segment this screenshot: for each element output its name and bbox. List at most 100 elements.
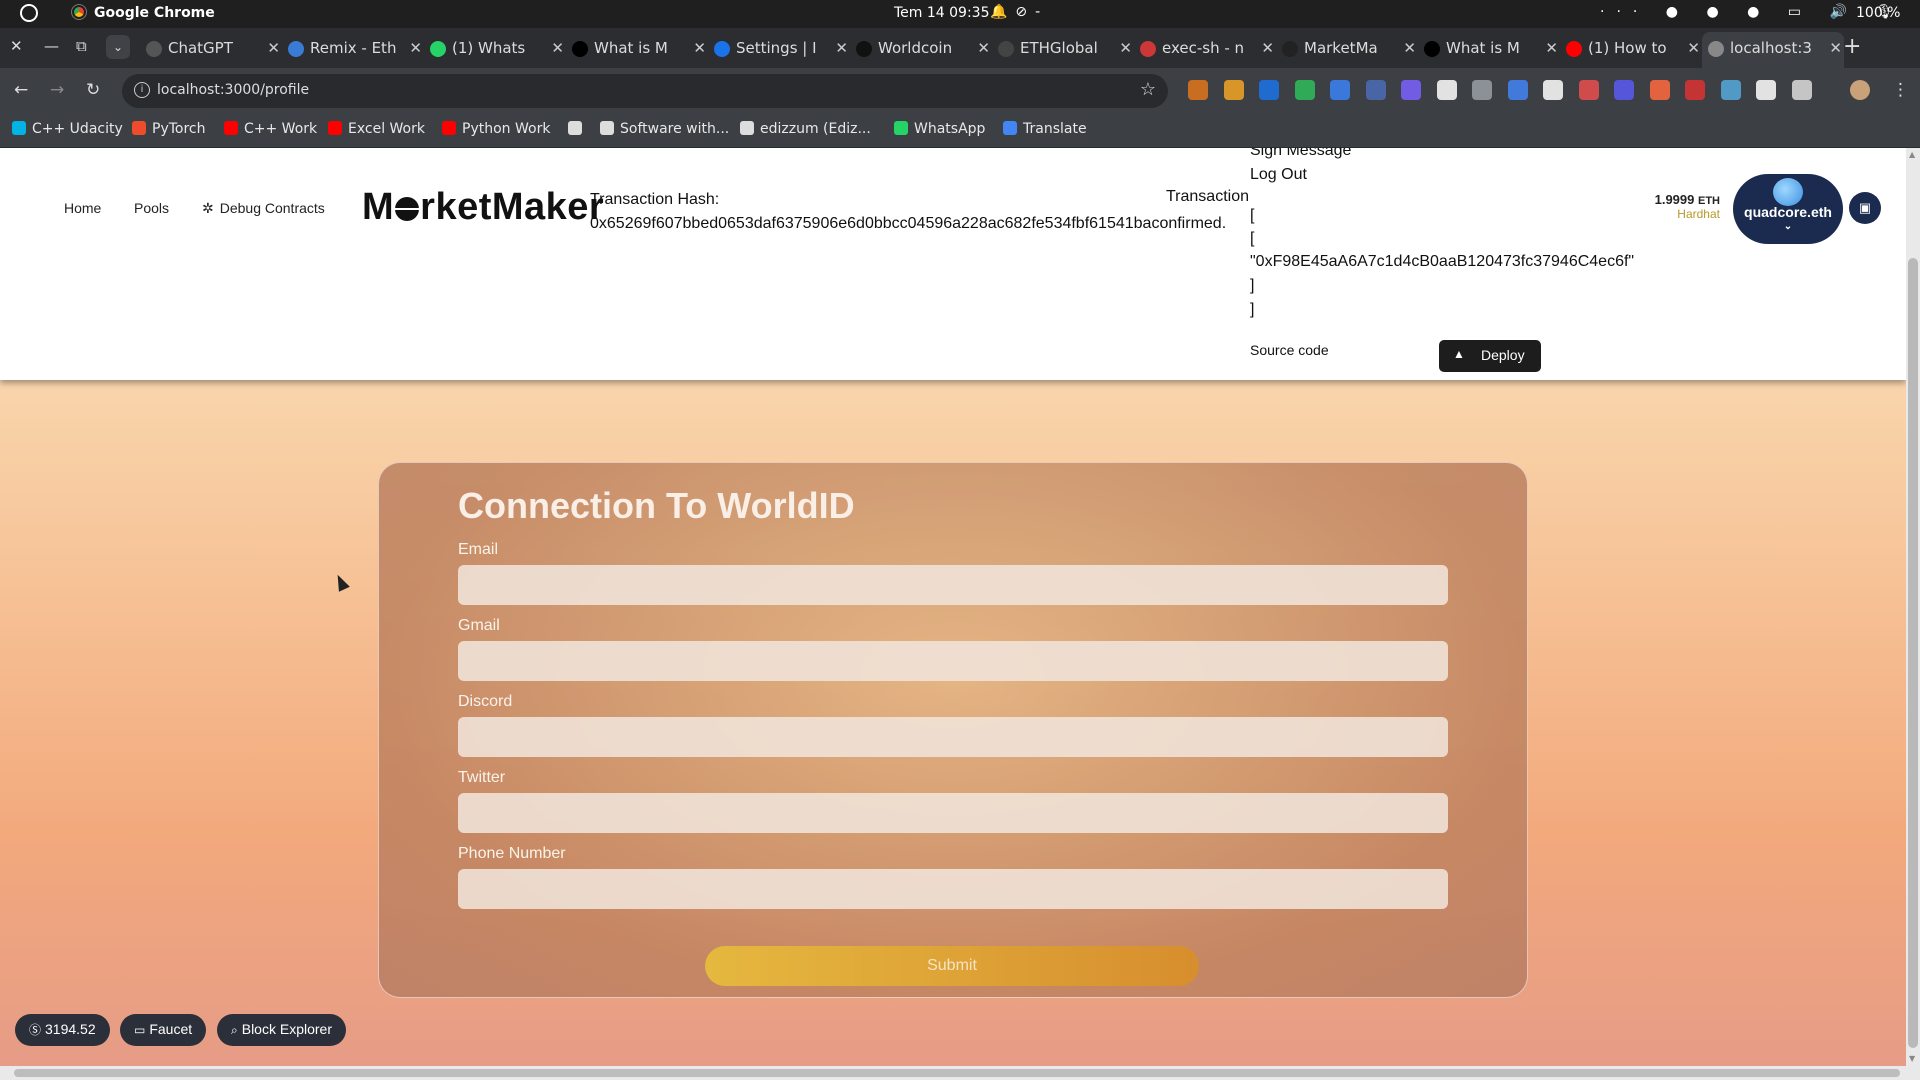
close-tab-icon[interactable]: ✕ xyxy=(831,39,848,57)
close-tab-icon[interactable]: ✕ xyxy=(973,39,990,57)
tab[interactable]: ETHGlobal ✕ xyxy=(992,32,1134,64)
chrome-menu-icon[interactable]: ⋮ xyxy=(1892,80,1909,100)
close-tab-icon[interactable]: ✕ xyxy=(1115,39,1132,57)
close-tab-icon[interactable]: ✕ xyxy=(547,39,564,57)
nav-debug-contracts[interactable]: ✲ Debug Contracts xyxy=(202,200,325,217)
tab[interactable]: What is M ✕ xyxy=(566,32,708,64)
bookmark-item[interactable]: PyTorch xyxy=(132,121,205,137)
extension-icon[interactable] xyxy=(1685,80,1705,100)
back-arrow-icon[interactable]: ← xyxy=(14,80,28,100)
close-window-icon[interactable]: ✕ xyxy=(10,37,23,55)
discord-field[interactable] xyxy=(458,717,1448,757)
bookmark-item[interactable]: Software with... xyxy=(600,121,729,137)
forward-arrow-icon[interactable]: → xyxy=(50,80,64,100)
app-header: Home Pools ✲ Debug Contracts MrketMaker T… xyxy=(0,148,1906,380)
new-tab-plus-icon[interactable]: + xyxy=(1843,34,1861,59)
github-icon xyxy=(1282,41,1298,57)
tab[interactable]: MarketMa ✕ xyxy=(1276,32,1418,64)
bookmark-item[interactable]: Translate xyxy=(1003,121,1087,137)
bookmark-item[interactable] xyxy=(568,121,588,137)
vertical-scroll-thumb[interactable] xyxy=(1908,258,1918,1048)
extension-icon[interactable] xyxy=(1294,80,1315,100)
submit-button[interactable]: Submit xyxy=(705,946,1199,986)
bookmark-item[interactable]: C++ Work xyxy=(224,121,317,137)
extension-icon[interactable] xyxy=(1223,80,1244,100)
horizontal-scrollbar[interactable] xyxy=(0,1066,1920,1080)
nav-pools[interactable]: Pools xyxy=(134,200,169,216)
url-text[interactable]: localhost:3000/profile xyxy=(157,82,309,98)
balance-unit: ETH xyxy=(1698,195,1720,207)
extension-icon[interactable] xyxy=(1578,80,1599,100)
bookmark-item[interactable]: WhatsApp xyxy=(894,121,985,137)
close-tab-icon[interactable]: ✕ xyxy=(263,39,280,57)
notification-icons[interactable]: 🔔⊘- xyxy=(990,4,1048,20)
minimize-window-icon[interactable]: — xyxy=(44,37,59,55)
restore-window-icon[interactable]: ⧉ xyxy=(76,37,87,55)
nav-home[interactable]: Home xyxy=(64,200,101,216)
tab-search-chevron-icon[interactable]: ⌄ xyxy=(106,35,130,59)
extension-icon[interactable] xyxy=(1188,80,1208,100)
extension-icon[interactable] xyxy=(1543,80,1563,100)
tab[interactable]: (1) Whats ✕ xyxy=(424,32,566,64)
tab[interactable]: exec-sh - n ✕ xyxy=(1134,32,1276,64)
extension-icon[interactable] xyxy=(1791,80,1812,100)
horizontal-scroll-thumb[interactable] xyxy=(14,1069,1900,1077)
extension-icon[interactable] xyxy=(1401,80,1421,100)
twitter-field[interactable] xyxy=(458,793,1448,833)
site-info-icon[interactable]: i xyxy=(134,82,150,98)
email-field[interactable] xyxy=(458,565,1448,605)
close-tab-icon[interactable]: ✕ xyxy=(1541,39,1558,57)
price-chip[interactable]: Ⓢ 3194.52 xyxy=(15,1014,110,1046)
scroll-down-arrow-icon[interactable]: ▼ xyxy=(1909,1054,1915,1063)
extension-icon[interactable] xyxy=(1756,80,1776,100)
extension-icon[interactable] xyxy=(1614,80,1634,100)
tab[interactable]: ChatGPT ✕ xyxy=(140,32,282,64)
phone-field[interactable] xyxy=(458,869,1448,909)
close-tab-icon[interactable]: ✕ xyxy=(405,39,422,57)
faucet-button[interactable]: ▭ Faucet xyxy=(120,1014,207,1046)
battery-level[interactable]: 100 % xyxy=(1856,5,1900,21)
tab[interactable]: What is M ✕ xyxy=(1418,32,1560,64)
profile-avatar-icon[interactable] xyxy=(1850,80,1870,100)
extension-icon[interactable] xyxy=(1649,80,1670,100)
scroll-up-arrow-icon[interactable]: ▲ xyxy=(1909,150,1915,159)
bookmark-label: C++ Work xyxy=(244,121,318,137)
extension-icon[interactable] xyxy=(1507,80,1528,100)
tab[interactable]: Settings | I ✕ xyxy=(708,32,850,64)
os-logo-icon[interactable] xyxy=(20,4,38,22)
tab[interactable]: localhost:3 ✕ xyxy=(1702,32,1844,68)
close-tab-icon[interactable]: ✕ xyxy=(689,39,706,57)
deploy-button[interactable]: ▲ Deploy xyxy=(1439,340,1541,372)
source-code-link[interactable]: Source code xyxy=(1250,342,1329,358)
extension-icon[interactable] xyxy=(1436,80,1457,100)
extension-icon[interactable] xyxy=(1259,80,1279,100)
extension-icon[interactable] xyxy=(1472,80,1492,100)
bookmark-star-icon[interactable]: ☆ xyxy=(1140,79,1156,100)
omnibox[interactable]: i localhost:3000/profile ☆ xyxy=(122,74,1168,108)
close-tab-icon[interactable]: ✕ xyxy=(1399,39,1416,57)
extension-icon[interactable] xyxy=(1365,80,1386,100)
gmail-field[interactable] xyxy=(458,641,1448,681)
sign-message-item[interactable]: Sign Message xyxy=(1250,148,1351,160)
tab[interactable]: Worldcoin ✕ xyxy=(850,32,992,64)
tab[interactable]: (1) How to ✕ xyxy=(1560,32,1702,64)
brand-logo[interactable]: MrketMaker xyxy=(362,186,604,229)
bookmark-item[interactable]: Excel Work xyxy=(328,121,425,137)
tab[interactable]: Remix - Eth ✕ xyxy=(282,32,424,64)
bookmark-item[interactable]: Python Work xyxy=(442,121,550,137)
log-out-item[interactable]: Log Out xyxy=(1250,166,1307,184)
vertical-scrollbar[interactable]: ▲ ▼ xyxy=(1906,148,1920,1066)
bookmarks-bar: C++ Udacity PyTorch C++ Work Excel Work Pyth… xyxy=(0,114,1920,148)
clock[interactable]: Tem 14 09:35 xyxy=(894,5,989,21)
extension-icon[interactable] xyxy=(1330,80,1350,100)
close-tab-icon[interactable]: ✕ xyxy=(1683,39,1700,57)
account-button[interactable]: quadcore.eth ⌄ xyxy=(1733,174,1843,244)
qr-code-icon[interactable]: ▣ xyxy=(1849,192,1881,224)
bookmark-item[interactable]: edizzum (Ediz... xyxy=(740,121,871,137)
bookmark-item[interactable]: C++ Udacity xyxy=(12,121,123,137)
block-explorer-button[interactable]: ⌕ Block Explorer xyxy=(217,1014,346,1046)
close-tab-icon[interactable]: ✕ xyxy=(1257,39,1274,57)
close-tab-icon[interactable]: ✕ xyxy=(1825,39,1842,57)
extension-icon[interactable] xyxy=(1720,80,1741,100)
reload-icon[interactable]: ↻ xyxy=(86,80,100,100)
